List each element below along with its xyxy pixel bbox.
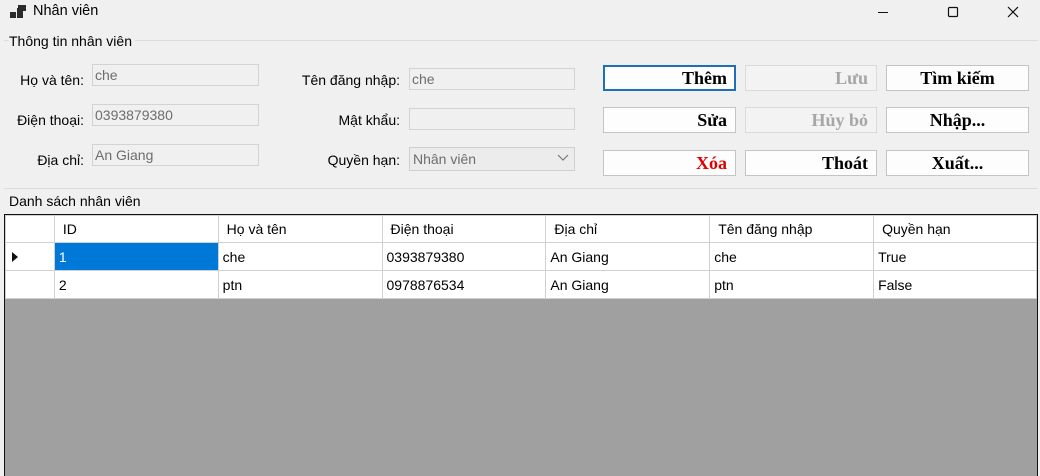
table-header-row: ID Họ và tên Điện thoại Địa chỉ Tên đăng… — [5, 215, 1037, 243]
info-group-border — [4, 40, 1038, 41]
title-bar: Nhân viên — [0, 0, 1040, 24]
cell-name[interactable]: ptn — [217, 270, 383, 299]
cell-name[interactable]: che — [217, 242, 383, 271]
role-select[interactable]: Nhân viên — [409, 147, 575, 171]
column-header-name[interactable]: Họ và tên — [217, 215, 383, 243]
cell-role[interactable]: False — [873, 270, 1037, 299]
chevron-down-icon — [557, 154, 569, 161]
cell-id[interactable]: 1 — [53, 242, 219, 271]
row-header[interactable] — [5, 242, 55, 271]
import-button[interactable]: Nhập... — [886, 107, 1029, 133]
close-icon — [1007, 6, 1019, 18]
app-icon — [10, 5, 26, 21]
address-field[interactable]: An Giang — [92, 144, 259, 166]
cell-phone[interactable]: 0393879380 — [381, 242, 547, 271]
maximize-icon — [947, 6, 959, 18]
minimize-button[interactable] — [860, 0, 906, 24]
username-label: Tên đăng nhập: — [301, 72, 400, 88]
password-field[interactable] — [409, 108, 575, 130]
exit-button[interactable]: Thoát — [745, 150, 877, 176]
table-row[interactable]: 1 che 0393879380 An Giang che True — [5, 242, 1037, 271]
table-row[interactable]: 2 ptn 0978876534 An Giang ptn False — [5, 270, 1037, 299]
username-field[interactable]: che — [409, 68, 575, 90]
cancel-button[interactable]: Hủy bỏ — [745, 107, 877, 133]
export-button[interactable]: Xuất... — [886, 150, 1029, 176]
role-label: Quyền hạn: — [327, 152, 400, 168]
close-button[interactable] — [990, 0, 1036, 24]
employee-table: ID Họ và tên Điện thoại Địa chỉ Tên đăng… — [5, 215, 1037, 299]
minimize-icon — [878, 12, 888, 13]
column-header-username[interactable]: Tên đăng nhập — [709, 215, 875, 243]
row-header-corner — [5, 215, 55, 243]
cell-address[interactable]: An Giang — [545, 242, 711, 271]
cell-id[interactable]: 2 — [53, 270, 219, 299]
password-label: Mật khẩu: — [338, 112, 400, 128]
column-header-role[interactable]: Quyền hạn — [873, 215, 1037, 243]
window-title: Nhân viên — [33, 3, 99, 19]
phone-label: Điện thoại: — [17, 112, 84, 128]
list-group-border — [4, 188, 1038, 189]
cell-username[interactable]: ptn — [709, 270, 875, 299]
search-button[interactable]: Tìm kiếm — [886, 65, 1029, 91]
cell-address[interactable]: An Giang — [545, 270, 711, 299]
column-header-phone[interactable]: Điện thoại — [381, 215, 547, 243]
column-header-address[interactable]: Địa chỉ — [545, 215, 711, 243]
list-group-title: Danh sách nhân viên — [9, 193, 144, 209]
cell-role[interactable]: True — [873, 242, 1037, 271]
current-row-arrow-icon — [12, 252, 18, 262]
save-button[interactable]: Lưu — [745, 65, 877, 91]
info-group-title: Thông tin nhân viên — [9, 33, 135, 49]
column-header-id[interactable]: ID — [53, 215, 219, 243]
cell-username[interactable]: che — [709, 242, 875, 271]
edit-button[interactable]: Sửa — [603, 107, 736, 133]
row-header[interactable] — [5, 270, 55, 299]
maximize-button[interactable] — [930, 0, 976, 24]
add-button[interactable]: Thêm — [603, 65, 736, 91]
employee-grid[interactable]: ID Họ và tên Điện thoại Địa chỉ Tên đăng… — [4, 214, 1038, 476]
delete-button[interactable]: Xóa — [603, 150, 736, 176]
address-label: Địa chỉ: — [37, 152, 84, 168]
name-label: Họ và tên: — [20, 72, 84, 88]
cell-phone[interactable]: 0978876534 — [381, 270, 547, 299]
role-select-value: Nhân viên — [413, 151, 477, 167]
phone-field[interactable]: 0393879380 — [92, 104, 259, 126]
name-field[interactable]: che — [92, 64, 259, 86]
